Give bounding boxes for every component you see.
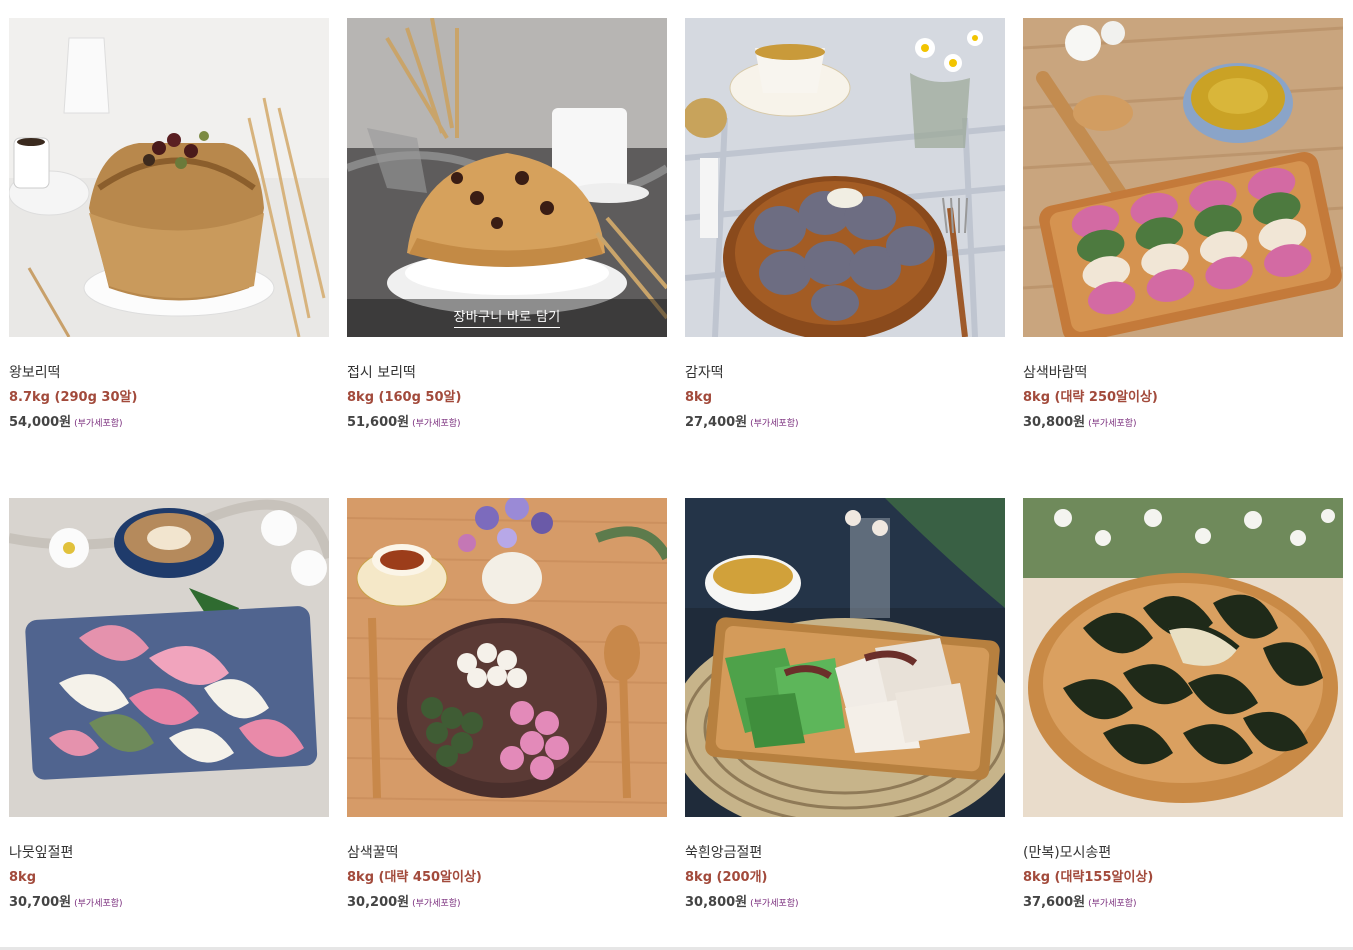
product-photo-plate-barley-cake <box>347 18 667 337</box>
product-price: 51,600원 <box>347 415 410 430</box>
price-line: 54,000원 (부가세포함) <box>9 412 329 430</box>
product-card[interactable]: 감자떡 8kg 27,400원 (부가세포함) <box>685 18 1005 498</box>
product-photo-honey-rice-cake <box>347 498 667 817</box>
product-price: 54,000원 <box>9 415 72 430</box>
product-name[interactable]: (만복)모시송편 <box>1023 843 1343 863</box>
vat-note: (부가세포함) <box>412 419 461 429</box>
product-image[interactable] <box>9 18 329 337</box>
product-option: 8kg (160g 50알) <box>347 390 462 405</box>
vat-note: (부가세포함) <box>412 899 461 909</box>
product-card[interactable]: 삼색바람떡 8kg (대략 250알이상) 30,800원 (부가세포함) <box>1023 18 1343 498</box>
product-option: 8kg <box>9 870 36 885</box>
product-photo-potato-rice-cake <box>685 18 1005 337</box>
product-name[interactable]: 삼색꿀떡 <box>347 843 667 863</box>
product-option: 8kg (대략 450알이상) <box>347 870 482 885</box>
product-price: 30,700원 <box>9 895 72 910</box>
product-name[interactable]: 나뭇잎절편 <box>9 843 329 863</box>
product-price: 37,600원 <box>1023 895 1086 910</box>
product-image[interactable] <box>685 18 1005 337</box>
price-line: 30,800원 (부가세포함) <box>1023 412 1343 430</box>
product-price: 30,800원 <box>1023 415 1086 430</box>
product-list-page: 왕보리떡 8.7kg (290g 30알) 54,000원 (부가세포함) 장바… <box>0 0 1353 950</box>
product-price: 27,400원 <box>685 415 748 430</box>
product-grid: 왕보리떡 8.7kg (290g 30알) 54,000원 (부가세포함) 장바… <box>9 18 1343 950</box>
product-name[interactable]: 왕보리떡 <box>9 363 329 383</box>
vat-note: (부가세포함) <box>750 899 799 909</box>
price-line: 27,400원 (부가세포함) <box>685 412 1005 430</box>
vat-note: (부가세포함) <box>1088 419 1137 429</box>
add-to-cart-overlay[interactable]: 장바구니 바로 담기 <box>347 299 667 337</box>
product-photo-mugwort-bean-rice-cake <box>685 498 1005 817</box>
product-image[interactable]: 장바구니 바로 담기 <box>347 18 667 337</box>
product-option: 8kg (대략155알이상) <box>1023 870 1154 885</box>
vat-note: (부가세포함) <box>74 419 123 429</box>
product-image[interactable] <box>1023 18 1343 337</box>
product-name[interactable]: 삼색바람떡 <box>1023 363 1343 383</box>
vat-note: (부가세포함) <box>750 419 799 429</box>
product-option: 8kg <box>685 390 712 405</box>
price-line: 51,600원 (부가세포함) <box>347 412 667 430</box>
price-line: 30,800원 (부가세포함) <box>685 892 1005 910</box>
product-name[interactable]: 감자떡 <box>685 363 1005 383</box>
product-photo-leaf-rice-cake <box>9 498 329 817</box>
product-card[interactable]: 쑥흰앙금절편 8kg (200개) 30,800원 (부가세포함) <box>685 498 1005 950</box>
product-image[interactable] <box>9 498 329 817</box>
product-option: 8kg (200개) <box>685 870 768 885</box>
price-line: 37,600원 (부가세포함) <box>1023 892 1343 910</box>
product-option: 8kg (대략 250알이상) <box>1023 390 1158 405</box>
price-line: 30,700원 (부가세포함) <box>9 892 329 910</box>
product-card[interactable]: 나뭇잎절편 8kg 30,700원 (부가세포함) <box>9 498 329 950</box>
product-card[interactable]: (만복)모시송편 8kg (대략155알이상) 37,600원 (부가세포함) <box>1023 498 1343 950</box>
product-option: 8.7kg (290g 30알) <box>9 390 138 405</box>
product-name[interactable]: 쑥흰앙금절편 <box>685 843 1005 863</box>
product-photo-tricolor-wind-cake <box>1023 18 1343 337</box>
product-card[interactable]: 삼색꿀떡 8kg (대략 450알이상) 30,200원 (부가세포함) <box>347 498 667 950</box>
product-price: 30,200원 <box>347 895 410 910</box>
price-line: 30,200원 (부가세포함) <box>347 892 667 910</box>
product-price: 30,800원 <box>685 895 748 910</box>
product-photo-barley-cake <box>9 18 329 337</box>
product-card[interactable]: 왕보리떡 8.7kg (290g 30알) 54,000원 (부가세포함) <box>9 18 329 498</box>
product-name[interactable]: 접시 보리떡 <box>347 363 667 383</box>
vat-note: (부가세포함) <box>74 899 123 909</box>
product-photo-ramie-songpyeon <box>1023 498 1343 817</box>
product-image[interactable] <box>685 498 1005 817</box>
vat-note: (부가세포함) <box>1088 899 1137 909</box>
product-card[interactable]: 장바구니 바로 담기 접시 보리떡 8kg (160g 50알) 51,600원… <box>347 18 667 498</box>
product-image[interactable] <box>347 498 667 817</box>
product-image[interactable] <box>1023 498 1343 817</box>
